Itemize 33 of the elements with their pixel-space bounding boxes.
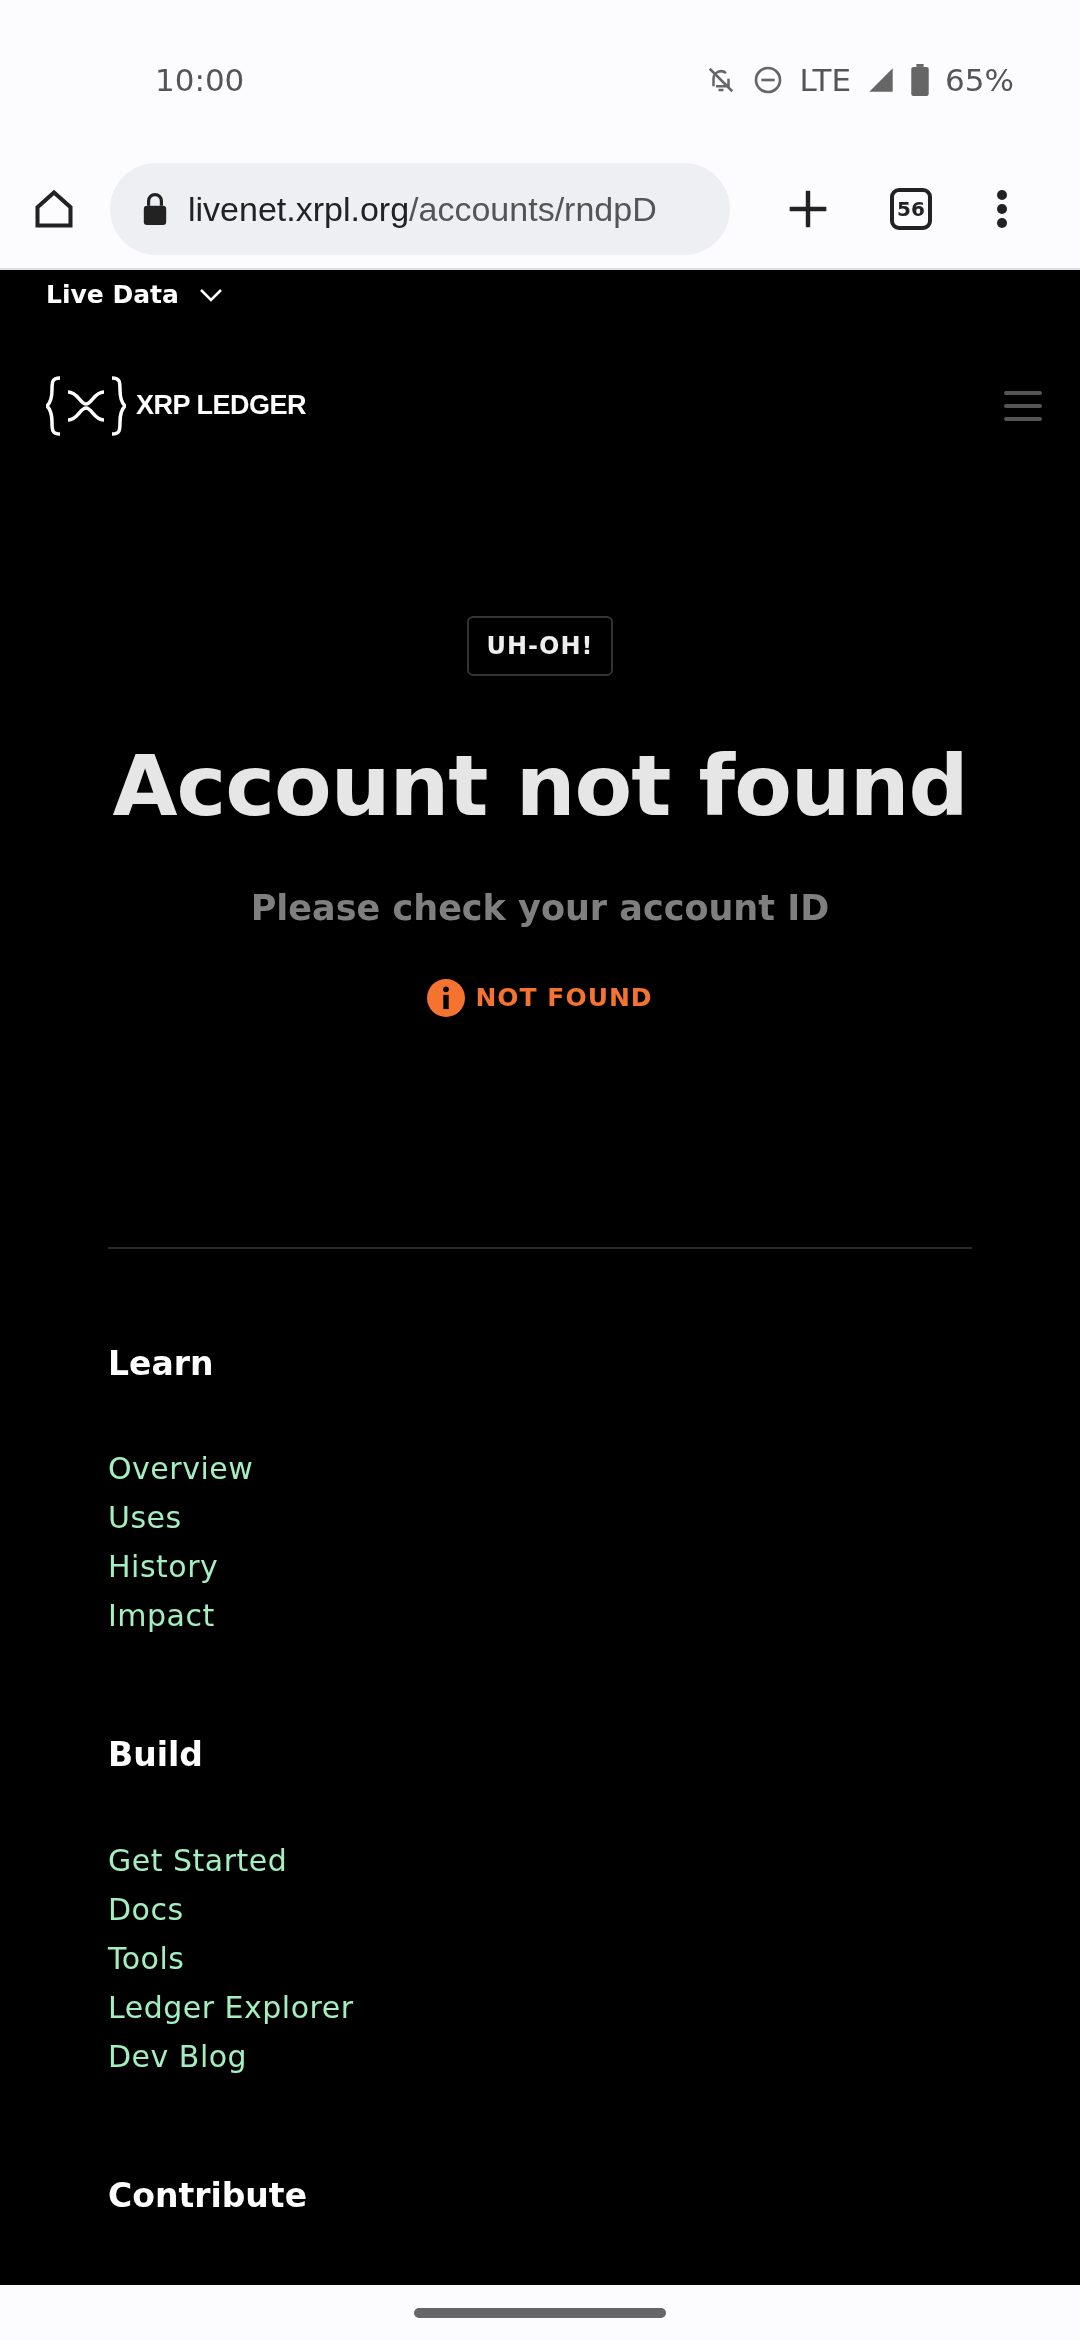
tab-count[interactable]: 56 [890,188,932,230]
chevron-down-icon [198,286,223,303]
footer-link[interactable]: Dev Blog [108,2031,248,2081]
footer-link[interactable]: Ledger Explorer [108,1982,354,2032]
url-text: livenet.xrpl.org/accounts/rndpD [188,188,657,230]
gesture-bar[interactable] [414,2307,666,2318]
footer-link[interactable]: History [108,1542,219,1592]
logo-icon [46,375,126,436]
site-logo[interactable]: XRP LEDGER [46,375,307,436]
footer-heading: Contribute [108,2174,308,2217]
address-bar[interactable]: livenet.xrpl.org/accounts/rndpD [110,163,730,255]
error-subtitle: Please check your account ID [250,887,830,931]
status-time: 10:00 [155,60,245,100]
more-options-icon[interactable] [996,189,1008,229]
footer-heading: Build [108,1734,204,1777]
network-type: LTE [799,60,852,100]
footer-link[interactable]: Overview [108,1444,254,1494]
footer-heading: Learn [108,1342,215,1385]
home-icon[interactable] [32,187,76,231]
status-label: NOT FOUND [475,982,653,1015]
info-icon [427,978,466,1017]
battery-percent: 65% [945,60,1014,100]
network-selector[interactable]: Live Data [46,276,223,314]
error-title: Account not found [112,735,968,837]
footer-link[interactable]: Get Started [108,1835,288,1885]
battery-icon [911,64,930,96]
footer-link[interactable]: Impact [108,1591,215,1641]
signal-icon [867,66,896,94]
footer-link[interactable]: Uses [108,1493,182,1543]
lock-icon [142,193,168,225]
footer-link[interactable]: Tools [108,1933,185,1983]
error-badge: UH-OH! [466,615,614,676]
footer-link[interactable]: Docs [108,1884,184,1934]
